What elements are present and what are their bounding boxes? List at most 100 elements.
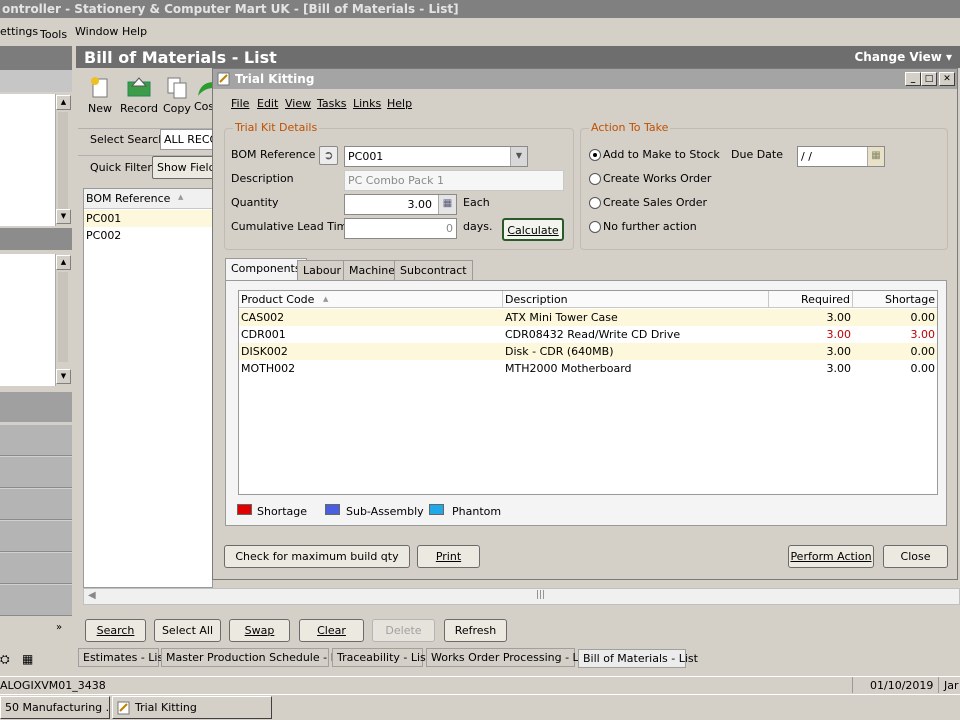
refresh-button[interactable]: Refresh <box>444 619 507 642</box>
scroll-up-icon[interactable]: ▲ <box>56 255 71 270</box>
nav-item[interactable] <box>0 488 72 520</box>
radio-no-further-action[interactable] <box>589 221 601 233</box>
list-item[interactable]: PC002 <box>84 227 212 244</box>
tab-machine[interactable]: Machine <box>343 260 402 280</box>
taskbar: 50 Manufacturing ... Trial Kitting <box>0 694 960 720</box>
nav-item[interactable] <box>0 584 72 616</box>
scroll-down-icon[interactable]: ▼ <box>56 209 71 224</box>
calculator-icon[interactable]: ▦ <box>22 652 33 666</box>
sort-asc-icon: ▲ <box>323 295 329 303</box>
chevron-expand-icon[interactable]: » <box>56 622 62 633</box>
task-tab-bom[interactable]: Bill of Materials - List <box>578 649 698 668</box>
perform-action-button[interactable]: Perform Action <box>788 545 874 568</box>
nav-item[interactable] <box>0 424 72 456</box>
menu-settings[interactable]: ettings <box>0 25 38 38</box>
record-button[interactable]: Record <box>120 76 158 115</box>
task-tab-works-order[interactable]: Works Order Processing - List <box>426 648 592 667</box>
tab-labour[interactable]: Labour <box>297 260 348 280</box>
search-button[interactable]: Search <box>85 619 146 642</box>
list-item[interactable]: PC001 <box>84 210 212 227</box>
taskbar-item-trial-kitting[interactable]: Trial Kitting <box>112 696 272 719</box>
menu-view[interactable]: View <box>285 97 311 110</box>
nav-item[interactable] <box>0 456 72 488</box>
show-fields-button[interactable]: Show Fields <box>152 156 214 179</box>
new-button[interactable]: New <box>87 76 113 115</box>
menu-links[interactable]: Links <box>353 97 381 110</box>
radio-create-works-order[interactable] <box>589 173 601 185</box>
tab-components[interactable]: Components <box>225 258 307 281</box>
calculator-icon[interactable]: ▦ <box>438 195 456 214</box>
description-label: Description <box>231 172 294 185</box>
tab-subcontract[interactable]: Subcontract <box>394 260 473 280</box>
bom-reference-combo[interactable]: PC001 ▼ <box>344 146 528 167</box>
lead-time-field[interactable]: 0 <box>344 218 457 239</box>
nav-subheader <box>0 70 72 92</box>
menu-file[interactable]: File <box>231 97 249 110</box>
task-tab-traceability[interactable]: Traceability - List <box>332 648 430 667</box>
bom-reference-label: BOM Reference <box>231 148 316 161</box>
cell-product-code: DISK002 <box>241 345 288 358</box>
scroll-up-icon[interactable]: ▲ <box>56 95 71 110</box>
task-tab-mps[interactable]: Master Production Schedule - List <box>161 648 350 667</box>
delete-button[interactable]: Delete <box>372 619 435 642</box>
close-icon[interactable]: ✕ <box>939 72 955 86</box>
cell-shortage: 0.00 <box>910 362 936 375</box>
scroll-thumb[interactable] <box>58 112 68 212</box>
table-row[interactable]: CAS002 ATX Mini Tower Case 3.00 0.00 <box>239 309 937 326</box>
description-field[interactable]: PC Combo Pack 1 <box>344 170 564 191</box>
maximize-icon[interactable]: □ <box>921 72 937 86</box>
radio-create-sales-order[interactable] <box>589 197 601 209</box>
due-date-field[interactable]: / / ▦ <box>797 146 885 167</box>
menu-help[interactable]: Help <box>122 25 147 38</box>
scroll-down-icon[interactable]: ▼ <box>56 369 71 384</box>
swap-button[interactable]: Swap <box>229 619 290 642</box>
select-all-button[interactable]: Select All <box>154 619 221 642</box>
due-date-label: Due Date <box>731 148 783 161</box>
menu-tasks[interactable]: Tasks <box>317 97 346 110</box>
list-header[interactable]: BOM Reference ▲ <box>84 189 212 209</box>
check-max-build-button[interactable]: Check for maximum build qty <box>224 545 410 568</box>
column-header-shortage[interactable]: Shortage <box>853 291 937 308</box>
scroll-left-icon[interactable]: ◀ <box>88 590 96 601</box>
nav-item[interactable] <box>0 520 72 552</box>
copy-button[interactable]: Copy <box>163 76 191 115</box>
status-date: 01/10/2019 <box>870 679 934 692</box>
column-header-description[interactable]: Description <box>503 291 769 308</box>
group-title: Trial Kit Details <box>233 121 320 134</box>
menu-edit[interactable]: Edit <box>257 97 278 110</box>
change-view-button[interactable]: Change View ▾ <box>854 50 952 64</box>
menu-window[interactable]: Window <box>75 25 118 38</box>
new-document-icon <box>91 77 108 98</box>
close-button[interactable]: Close <box>883 545 948 568</box>
nav-scrollbar-bottom[interactable]: ▲ ▼ <box>55 254 71 386</box>
table-row[interactable]: DISK002 Disk - CDR (640MB) 3.00 0.00 <box>239 343 937 360</box>
dialog-title-bar[interactable]: Trial Kitting _ □ ✕ <box>213 69 957 89</box>
nav-item[interactable] <box>0 552 72 584</box>
horizontal-scrollbar[interactable]: ◀ ||| <box>83 588 960 605</box>
lookup-icon[interactable]: ➲ <box>319 146 338 165</box>
menu-help[interactable]: Help <box>387 97 412 110</box>
task-tab-estimates[interactable]: Estimates - List <box>78 648 168 667</box>
print-button[interactable]: Print <box>417 545 480 568</box>
calculate-button[interactable]: Calculate <box>502 218 564 241</box>
calendar-icon[interactable]: ▦ <box>867 147 884 166</box>
taskbar-item-manufacturing[interactable]: 50 Manufacturing ... <box>0 696 110 719</box>
toolbox-icon[interactable]: ⛭ <box>0 652 10 667</box>
clear-button[interactable]: Clear <box>299 619 364 642</box>
minimize-icon[interactable]: _ <box>905 72 921 86</box>
select-search-dropdown[interactable]: ALL RECO <box>160 129 214 150</box>
legend-label: Shortage <box>257 505 308 518</box>
nav-scrollbar-top[interactable]: ▲ ▼ <box>55 94 71 226</box>
table-row[interactable]: CDR001 CDR08432 Read/Write CD Drive 3.00 3.… <box>239 326 937 343</box>
table-row[interactable]: MOTH002 MTH2000 Motherboard 3.00 0.00 <box>239 360 937 377</box>
scroll-thumb[interactable] <box>58 272 68 362</box>
scroll-grip-icon[interactable]: ||| <box>536 590 545 600</box>
chevron-down-icon[interactable]: ▼ <box>510 147 527 166</box>
column-header-product-code[interactable]: Product Code ▲ <box>239 291 503 308</box>
left-nav-pane: ▲ ▼ ▲ ▼ » ⛭ ▦ <box>0 46 72 670</box>
status-bar: ALOGIXVM01_3438 01/10/2019 Jar <box>0 676 960 694</box>
divider <box>938 677 939 693</box>
column-header-required[interactable]: Required <box>769 291 853 308</box>
radio-add-to-stock[interactable] <box>589 149 601 161</box>
quantity-field[interactable]: 3.00 ▦ <box>344 194 457 215</box>
